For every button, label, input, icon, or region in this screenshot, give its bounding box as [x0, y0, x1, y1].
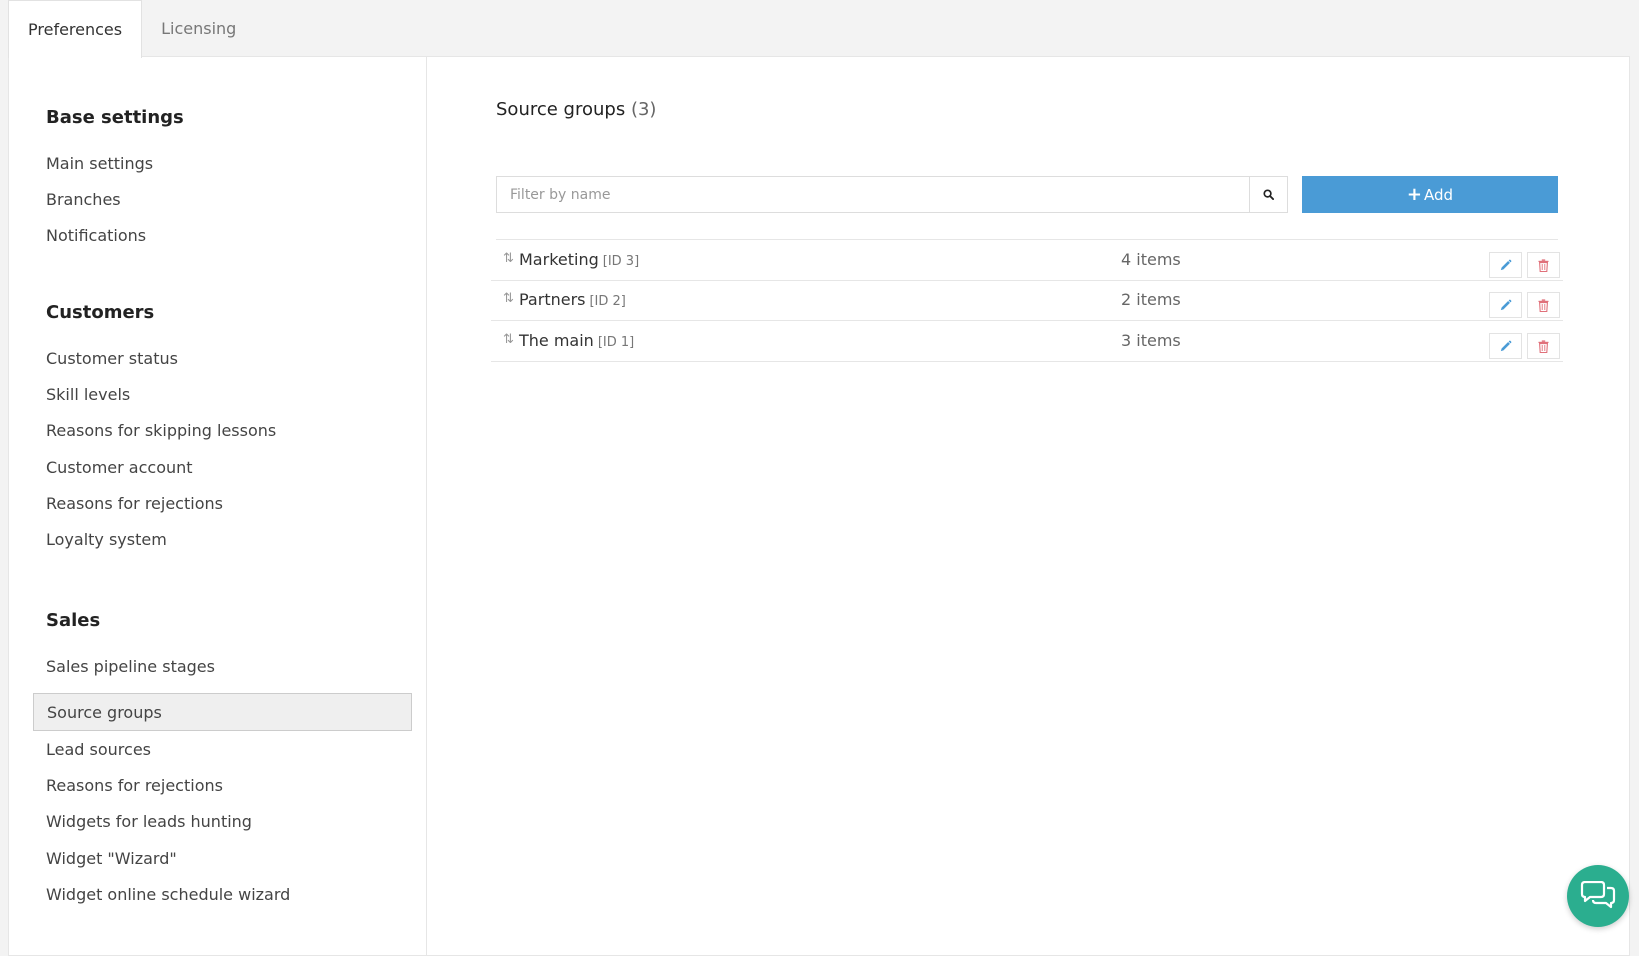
pencil-icon [1500, 299, 1512, 310]
page-title-count: (3) [630, 99, 657, 120]
tab-bar: Preferences Licensing [8, 0, 255, 58]
sidebar-item-widget-wizard[interactable]: Widget "Wizard" [33, 839, 435, 877]
add-button[interactable]: + Add [1302, 176, 1558, 213]
chat-button[interactable] [1567, 865, 1629, 927]
preferences-panel: Base settings Main settings Branches Not… [8, 56, 1630, 956]
row-id: [ID 3] [602, 254, 640, 269]
delete-button[interactable] [1527, 252, 1560, 278]
add-button-label: Add [1424, 185, 1454, 204]
table-row: ⇅ Partners [ID 2] 2 items [491, 281, 1563, 321]
sidebar-item-lead-sources[interactable]: Lead sources [33, 730, 435, 768]
tab-preferences[interactable]: Preferences [8, 0, 143, 58]
sidebar-item-notifications[interactable]: Notifications [33, 216, 435, 254]
page-title: Source groups (3) [496, 99, 656, 120]
row-items-count: 2 items [1121, 290, 1181, 309]
edit-button[interactable] [1489, 292, 1522, 318]
sidebar-item-branches[interactable]: Branches [33, 180, 435, 218]
sidebar-item-widgets-leads-hunting[interactable]: Widgets for leads hunting [33, 802, 435, 840]
filter-input[interactable] [496, 176, 1250, 213]
table-row: ⇅ Marketing [ID 3] 4 items [491, 241, 1563, 281]
row-name-text: The main [519, 331, 594, 350]
row-id: [ID 1] [597, 335, 635, 350]
sort-arrows-icon[interactable]: ⇅ [503, 291, 514, 306]
row-items-count: 4 items [1121, 250, 1181, 269]
trash-icon [1538, 298, 1549, 312]
sidebar-item-reasons-skipping[interactable]: Reasons for skipping lessons [33, 411, 435, 449]
section-title-sales: Sales [46, 610, 101, 631]
sidebar-item-reasons-rejections-customers[interactable]: Reasons for rejections [33, 484, 435, 522]
row-name-text: Partners [519, 290, 586, 309]
row-name-text: Marketing [519, 250, 599, 269]
page-title-text: Source groups [496, 99, 626, 120]
edit-button[interactable] [1489, 252, 1522, 278]
sidebar-item-loyalty-system[interactable]: Loyalty system [33, 520, 435, 558]
sidebar: Base settings Main settings Branches Not… [9, 57, 427, 955]
pencil-icon [1500, 259, 1512, 270]
tab-licensing[interactable]: Licensing [142, 0, 255, 57]
plus-icon: + [1406, 184, 1423, 205]
edit-button[interactable] [1489, 333, 1522, 359]
chat-bubbles-icon [1580, 881, 1616, 909]
sidebar-item-reasons-rejections-sales[interactable]: Reasons for rejections [33, 766, 435, 804]
search-icon [1263, 189, 1274, 200]
sidebar-item-source-groups[interactable]: Source groups [33, 693, 412, 731]
row-name: Marketing [ID 3] [519, 250, 639, 269]
sort-arrows-icon[interactable]: ⇅ [503, 332, 514, 347]
delete-button[interactable] [1527, 333, 1560, 359]
search-button[interactable] [1250, 176, 1288, 213]
sidebar-item-widget-online-schedule[interactable]: Widget online schedule wizard [33, 875, 435, 913]
trash-icon [1538, 258, 1549, 272]
trash-icon [1538, 339, 1549, 353]
delete-button[interactable] [1527, 292, 1560, 318]
table-row: ⇅ The main [ID 1] 3 items [491, 322, 1563, 362]
section-title-customers: Customers [46, 302, 155, 323]
sidebar-item-customer-account[interactable]: Customer account [33, 448, 435, 486]
row-items-count: 3 items [1121, 331, 1181, 350]
pencil-icon [1500, 340, 1512, 351]
row-id: [ID 2] [589, 294, 626, 309]
table-divider [496, 239, 1558, 240]
row-name: Partners [ID 2] [519, 290, 626, 309]
sidebar-item-customer-status[interactable]: Customer status [33, 339, 435, 377]
sidebar-item-skill-levels[interactable]: Skill levels [33, 375, 435, 413]
sidebar-item-sales-pipeline-stages[interactable]: Sales pipeline stages [33, 647, 435, 685]
sort-arrows-icon[interactable]: ⇅ [503, 251, 514, 266]
section-title-base-settings: Base settings [46, 107, 184, 128]
sidebar-item-main-settings[interactable]: Main settings [33, 144, 435, 182]
row-name: The main [ID 1] [519, 331, 634, 350]
